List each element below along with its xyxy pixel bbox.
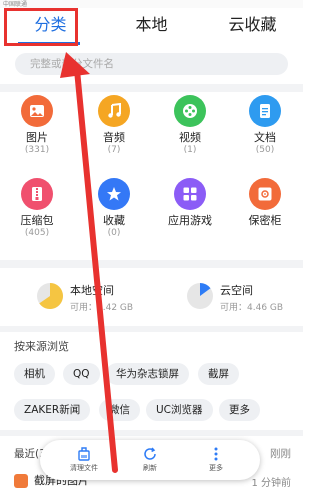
local-storage-title: 本地空间 (70, 284, 114, 297)
category-images[interactable]: 图片 (331) (7, 95, 67, 156)
image-file-icon (14, 474, 28, 488)
apps-icon (174, 178, 206, 210)
refresh-icon (144, 447, 156, 460)
category-audio[interactable]: 音频 (7) (84, 95, 144, 156)
cloud-storage-available: 可用：4.46 GB (220, 303, 284, 313)
divider (0, 326, 303, 332)
source-chip-camera[interactable]: 相机 (14, 363, 55, 385)
local-storage-card[interactable]: 本地空间 可用：3.42 GB (36, 278, 176, 318)
category-label: 压缩包 (20, 214, 54, 227)
source-chip-zaker[interactable]: ZAKER新闻 (14, 399, 91, 421)
divider (0, 84, 303, 92)
status-bar: 中国联通 (0, 0, 303, 8)
source-chip-wechat[interactable]: 微信 (99, 399, 140, 421)
category-count: (0) (107, 228, 121, 238)
category-documents[interactable]: 文档 (50) (235, 95, 295, 156)
clean-files-button[interactable]: 清理文件 (54, 440, 114, 473)
refresh-button[interactable]: 刷新 (120, 440, 180, 473)
search-placeholder: 完整或部分文件名 (30, 58, 114, 70)
category-label: 应用游戏 (168, 214, 212, 227)
category-label: 文档 (254, 131, 276, 144)
clean-files-label: 清理文件 (70, 464, 98, 472)
zip-icon (21, 178, 53, 210)
source-chip-qq[interactable]: QQ (63, 363, 100, 385)
highlight-box (4, 8, 78, 46)
local-storage-available: 可用：3.42 GB (70, 303, 134, 313)
category-label: 保密柜 (248, 214, 282, 227)
category-count: (1) (183, 145, 197, 155)
category-count: (331) (24, 145, 50, 155)
category-label: 音频 (103, 131, 125, 144)
cloud-storage-pie (187, 282, 213, 309)
refresh-label: 刷新 (143, 464, 157, 472)
image-icon (21, 95, 53, 127)
divider (0, 260, 303, 268)
category-label: 视频 (179, 131, 201, 144)
music-icon (98, 95, 130, 127)
more-icon (214, 447, 218, 461)
divider (0, 430, 303, 436)
tab-cloud-favorites[interactable]: 云收藏 (202, 8, 303, 44)
cloud-storage-title: 云空间 (220, 284, 253, 297)
browse-by-source-title: 按来源浏览 (14, 340, 69, 353)
recent-section-timestamp: 刚刚 (270, 448, 291, 460)
source-chip-more[interactable]: 更多 (219, 399, 260, 421)
recent-file-time: 1 分钟前 (251, 478, 291, 488)
category-count: (7) (107, 145, 121, 155)
cloud-storage-card[interactable]: 云空间 可用：4.46 GB (186, 278, 320, 318)
star-icon (98, 178, 130, 210)
category-count: (405) (24, 228, 50, 238)
more-button[interactable]: 更多 (186, 440, 246, 473)
category-label: 收藏 (103, 214, 125, 227)
source-chip-screenshots[interactable]: 截屏 (198, 363, 239, 385)
tab-local[interactable]: 本地 (101, 8, 202, 44)
category-count: (50) (255, 145, 275, 155)
local-storage-pie (37, 283, 63, 309)
source-chip-huawei-lockscreen[interactable]: 华为杂志锁屏 (106, 363, 189, 385)
category-safe[interactable]: 保密柜 (235, 178, 295, 228)
source-chip-uc-browser[interactable]: UC浏览器 (146, 399, 213, 421)
broom-icon (78, 447, 90, 461)
category-video[interactable]: 视频 (1) (160, 95, 220, 156)
search-input[interactable]: 完整或部分文件名 (15, 53, 288, 75)
more-label: 更多 (209, 464, 223, 472)
video-icon (174, 95, 206, 127)
carrier-label: 中国联通 (3, 1, 28, 8)
category-archives[interactable]: 压缩包 (405) (7, 178, 67, 239)
category-favorites[interactable]: 收藏 (0) (84, 178, 144, 239)
bottom-action-bar: 清理文件 刷新 更多 (40, 440, 260, 480)
category-label: 图片 (26, 131, 48, 144)
category-apps-games[interactable]: 应用游戏 (160, 178, 220, 228)
document-icon (249, 95, 281, 127)
safe-icon (249, 178, 281, 210)
